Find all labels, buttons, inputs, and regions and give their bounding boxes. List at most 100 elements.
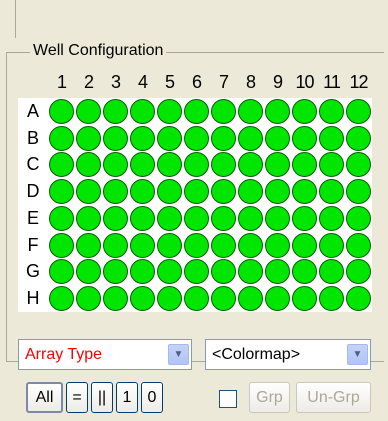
well[interactable] [211, 152, 236, 178]
well[interactable] [130, 125, 155, 151]
well[interactable] [346, 259, 371, 285]
well[interactable] [319, 259, 344, 285]
well[interactable] [238, 205, 263, 231]
well[interactable] [49, 179, 74, 205]
well[interactable] [76, 259, 101, 285]
well[interactable] [346, 99, 371, 124]
well[interactable] [157, 152, 182, 178]
well[interactable] [265, 259, 290, 285]
chevron-down-icon[interactable]: ▼ [347, 344, 368, 365]
well[interactable] [238, 179, 263, 205]
well[interactable] [103, 152, 128, 178]
well[interactable] [103, 259, 128, 285]
well[interactable] [157, 259, 182, 285]
well[interactable] [292, 125, 317, 151]
well[interactable] [238, 232, 263, 258]
well[interactable] [49, 232, 74, 258]
chevron-down-icon[interactable]: ▼ [168, 344, 189, 365]
group-checkbox[interactable] [219, 390, 237, 408]
well[interactable] [319, 232, 344, 258]
well[interactable] [211, 179, 236, 205]
well[interactable] [103, 179, 128, 205]
well[interactable] [346, 285, 371, 311]
well[interactable] [265, 179, 290, 205]
well[interactable] [130, 205, 155, 231]
well[interactable] [346, 205, 371, 231]
well[interactable] [211, 125, 236, 151]
well[interactable] [292, 179, 317, 205]
well[interactable] [319, 285, 344, 311]
well[interactable] [157, 179, 182, 205]
well[interactable] [292, 259, 317, 285]
well[interactable] [76, 125, 101, 151]
well[interactable] [346, 152, 371, 178]
well[interactable] [292, 205, 317, 231]
well[interactable] [49, 259, 74, 285]
well[interactable] [184, 232, 209, 258]
well[interactable] [265, 285, 290, 311]
well[interactable] [49, 285, 74, 311]
equal-button[interactable]: = [66, 382, 88, 413]
well[interactable] [157, 125, 182, 151]
well[interactable] [49, 99, 74, 124]
well[interactable] [184, 259, 209, 285]
well[interactable] [265, 99, 290, 124]
well[interactable] [157, 205, 182, 231]
well[interactable] [211, 285, 236, 311]
well[interactable] [130, 152, 155, 178]
group-button[interactable]: Grp [249, 382, 290, 413]
well[interactable] [211, 205, 236, 231]
well[interactable] [130, 285, 155, 311]
well[interactable] [211, 259, 236, 285]
well[interactable] [319, 125, 344, 151]
well[interactable] [76, 179, 101, 205]
well[interactable] [346, 125, 371, 151]
well[interactable] [238, 125, 263, 151]
well[interactable] [184, 152, 209, 178]
ungroup-button[interactable]: Un-Grp [296, 382, 371, 413]
well[interactable] [49, 152, 74, 178]
well[interactable] [157, 232, 182, 258]
well[interactable] [238, 259, 263, 285]
well[interactable] [211, 232, 236, 258]
well[interactable] [130, 259, 155, 285]
parallel-button[interactable]: || [91, 382, 113, 413]
well[interactable] [346, 179, 371, 205]
well[interactable] [319, 152, 344, 178]
well[interactable] [103, 205, 128, 231]
well[interactable] [184, 285, 209, 311]
zero-button[interactable]: 0 [141, 382, 163, 413]
well[interactable] [157, 99, 182, 124]
well[interactable] [76, 285, 101, 311]
well[interactable] [103, 285, 128, 311]
well[interactable] [265, 152, 290, 178]
well[interactable] [184, 179, 209, 205]
well[interactable] [130, 179, 155, 205]
well[interactable] [238, 285, 263, 311]
one-button[interactable]: 1 [116, 382, 138, 413]
well[interactable] [292, 152, 317, 178]
well[interactable] [49, 205, 74, 231]
well[interactable] [346, 232, 371, 258]
well[interactable] [184, 205, 209, 231]
well[interactable] [265, 205, 290, 231]
well[interactable] [211, 99, 236, 124]
well[interactable] [76, 232, 101, 258]
colormap-select[interactable]: <Colormap> ▼ [205, 339, 371, 370]
well[interactable] [292, 99, 317, 124]
well[interactable] [319, 205, 344, 231]
well[interactable] [265, 232, 290, 258]
array-type-select[interactable]: Array Type ▼ [18, 339, 192, 370]
well[interactable] [49, 125, 74, 151]
well[interactable] [238, 99, 263, 124]
well[interactable] [76, 99, 101, 124]
well[interactable] [130, 99, 155, 124]
well[interactable] [103, 99, 128, 124]
well[interactable] [76, 152, 101, 178]
well[interactable] [265, 125, 290, 151]
well[interactable] [238, 152, 263, 178]
well[interactable] [76, 205, 101, 231]
well[interactable] [319, 99, 344, 124]
select-all-button[interactable]: All [26, 382, 63, 413]
well[interactable] [292, 232, 317, 258]
